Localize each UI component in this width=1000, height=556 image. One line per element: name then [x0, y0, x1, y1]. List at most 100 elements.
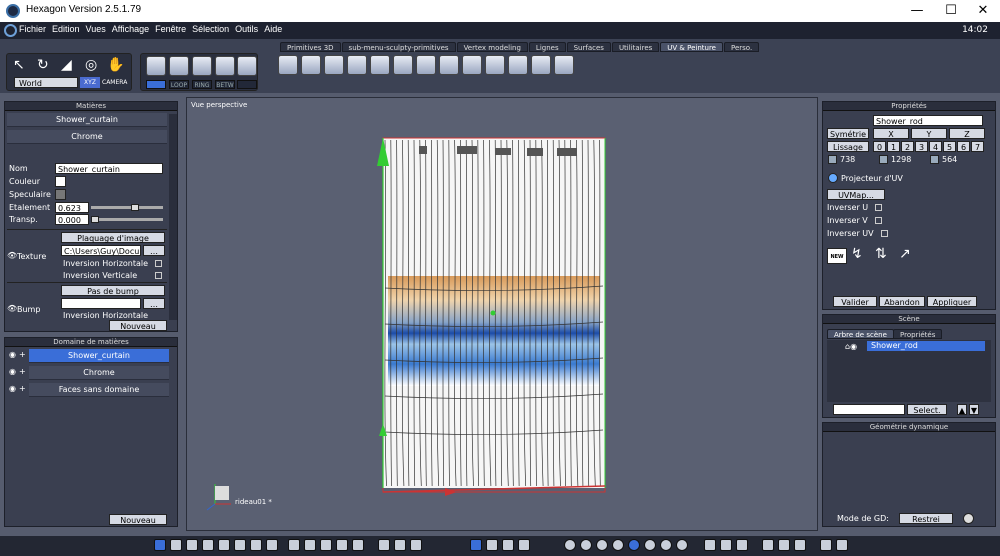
uv-unfold-icon[interactable]: [416, 55, 436, 75]
menu-aide[interactable]: Aide: [264, 24, 282, 34]
menu-fenetre[interactable]: Fenêtre: [155, 24, 186, 34]
uv-paint-icon[interactable]: [531, 55, 551, 75]
rotate-icon[interactable]: ↻: [37, 56, 57, 76]
bump-path-field[interactable]: [61, 298, 141, 309]
scene-item-icons[interactable]: ⌂◉: [845, 342, 857, 351]
paint-select-icon[interactable]: [146, 80, 166, 89]
materials-scrollbar[interactable]: [169, 114, 177, 320]
etalement-slider[interactable]: [91, 206, 163, 209]
symmetry-y-button[interactable]: Y: [911, 128, 947, 139]
select-object-icon[interactable]: [146, 56, 166, 76]
transp-slider[interactable]: [91, 218, 163, 221]
loop-button[interactable]: LOOP: [169, 80, 189, 89]
color-swatch[interactable]: [55, 176, 66, 187]
select-edge-icon[interactable]: [192, 56, 212, 76]
smooth-level-3[interactable]: 3: [915, 141, 928, 152]
domain-add-icon[interactable]: +: [19, 350, 26, 359]
eye-view-icon[interactable]: [410, 539, 422, 551]
material-name-field[interactable]: Shower_curtain: [55, 163, 163, 174]
materials-new-button[interactable]: Nouveau: [109, 320, 167, 331]
rotate-y-icon[interactable]: ⇅: [875, 246, 887, 262]
symmetry-z-button[interactable]: Z: [949, 128, 985, 139]
close-button[interactable]: ✕: [966, 0, 1000, 22]
x-axis-arrow[interactable]: [445, 488, 457, 496]
symmetry-x-button[interactable]: X: [873, 128, 909, 139]
magnet-icon[interactable]: [237, 80, 257, 89]
uv-pin-icon[interactable]: [439, 55, 459, 75]
scene-item-shower-rod[interactable]: Shower_rod: [867, 341, 985, 351]
tab-vertex-modeling[interactable]: Vertex modeling: [456, 42, 528, 52]
smooth-level-7[interactable]: 7: [971, 141, 984, 152]
light-icon[interactable]: [820, 539, 832, 551]
lissage-button[interactable]: Lissage: [827, 141, 869, 152]
layout-view-icon[interactable]: [218, 539, 230, 551]
uv-head-icon[interactable]: [393, 55, 413, 75]
uv-color-sphere-icon[interactable]: [370, 55, 390, 75]
uv-sphere-icon[interactable]: [278, 55, 298, 75]
split-view-icon[interactable]: [186, 539, 198, 551]
smooth-level-4[interactable]: 4: [929, 141, 942, 152]
etalement-slider-thumb[interactable]: [130, 204, 139, 211]
grid-icon[interactable]: [288, 539, 300, 551]
inversion-horizontale-checkbox[interactable]: [155, 260, 162, 267]
xyz-toggle[interactable]: XYZ: [80, 77, 100, 88]
tab-sculpty-primitives[interactable]: sub-menu-sculpty-primitives: [341, 42, 456, 52]
domain-eye-icon[interactable]: ◉: [9, 384, 16, 393]
sphere-wire-icon[interactable]: [564, 539, 576, 551]
inverser-u-checkbox[interactable]: [875, 204, 882, 211]
sphere-white-icon[interactable]: [676, 539, 688, 551]
move-icon[interactable]: ↖: [13, 56, 33, 76]
grid-red-icon[interactable]: [336, 539, 348, 551]
browse-bump-button[interactable]: …: [143, 298, 165, 309]
transp-field[interactable]: 0.000: [55, 214, 89, 225]
scene-up-button[interactable]: ▲: [957, 404, 967, 415]
menu-selection[interactable]: Sélection: [192, 24, 229, 34]
perspective-viewport[interactable]: Vue perspective rideau01 *: [186, 97, 818, 531]
menu-edition[interactable]: Edition: [52, 24, 80, 34]
menu-affichage[interactable]: Affichage: [112, 24, 149, 34]
sphere-flat-icon[interactable]: [596, 539, 608, 551]
tool2-icon[interactable]: [518, 539, 530, 551]
smooth-level-0[interactable]: 0: [873, 141, 886, 152]
uv-cube-icon[interactable]: [324, 55, 344, 75]
tab-uv-peinture[interactable]: UV & Peinture: [660, 42, 723, 52]
layout3-view-icon[interactable]: [250, 539, 262, 551]
menu-vues[interactable]: Vues: [86, 24, 106, 34]
scale-icon[interactable]: ◢: [61, 56, 81, 76]
inverser-uv-checkbox[interactable]: [881, 230, 888, 237]
valider-button[interactable]: Valider: [833, 296, 877, 307]
texture-path-field[interactable]: C:\Users\Guy\Docu: [61, 245, 141, 256]
tab-scene-properties[interactable]: Propriétés: [893, 329, 943, 339]
cube3-icon[interactable]: [794, 539, 806, 551]
domain-item-shower-curtain[interactable]: Shower_curtain: [29, 349, 169, 363]
screenshot-icon[interactable]: [836, 539, 848, 551]
domain-add-icon[interactable]: +: [19, 384, 26, 393]
curtain-mesh[interactable]: [187, 98, 819, 532]
sphere-texture-icon[interactable]: [628, 539, 640, 551]
cube-icon[interactable]: [762, 539, 774, 551]
appliquer-button[interactable]: Appliquer: [927, 296, 977, 307]
scene-down-button[interactable]: ▼: [969, 404, 979, 415]
camera-hand-icon[interactable]: ✋: [107, 56, 127, 76]
pose-icon[interactable]: [486, 539, 498, 551]
sphere-light-icon[interactable]: [660, 539, 672, 551]
uv-box-icon[interactable]: [347, 55, 367, 75]
grid3-icon[interactable]: [352, 539, 364, 551]
rotate-z-icon[interactable]: ↗: [899, 246, 911, 262]
object-name-field[interactable]: Shower_rod: [873, 115, 983, 126]
etalement-field[interactable]: 0.623: [55, 202, 89, 213]
rotate-x-icon[interactable]: ↯: [851, 246, 863, 262]
menu-outils[interactable]: Outils: [235, 24, 258, 34]
eye-icon[interactable]: 👁: [7, 251, 17, 260]
maximize-button[interactable]: ☐: [934, 0, 968, 22]
tab-scene-tree[interactable]: Arbre de scène: [827, 329, 894, 339]
uv-seam-icon[interactable]: [485, 55, 505, 75]
sphere-mesh-icon[interactable]: [580, 539, 592, 551]
sphere-shade-icon[interactable]: [644, 539, 656, 551]
uvmap-select[interactable]: UVMap...: [827, 189, 885, 200]
tool-icon[interactable]: [502, 539, 514, 551]
symmetry-button[interactable]: Symétrie: [827, 128, 869, 139]
mode-gd-select[interactable]: Restrei: [899, 513, 953, 524]
sphere-smooth-icon[interactable]: [612, 539, 624, 551]
material-item-shower-curtain[interactable]: Shower_curtain: [7, 113, 167, 127]
